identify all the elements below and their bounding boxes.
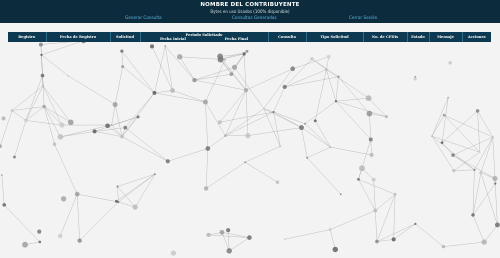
column-header-solicitud[interactable]: Solicitud (110, 32, 141, 42)
top-header: NOMBRE DEL CONTRIBUYENTE Bytes en uso Us… (0, 0, 500, 23)
column-header-tipo-solicitud[interactable]: Tipo Solicitud (306, 32, 364, 42)
nav-cerrar-sesion-link[interactable]: Cerrar Sesión (349, 15, 377, 20)
page-title: NOMBRE DEL CONTRIBUYENTE (200, 2, 300, 8)
nav-consultas-generadas-link[interactable]: Consultas Generadas (232, 15, 277, 20)
column-header-estado[interactable]: Estado (407, 32, 430, 42)
fecha-final-label: Fecha Final (224, 37, 249, 41)
column-header-fecha-registro[interactable]: Fecha de Registro (46, 32, 111, 42)
column-header-consulta[interactable]: Consulta (268, 32, 307, 42)
column-header-registro[interactable]: Registro (8, 32, 47, 42)
column-header-cfdis[interactable]: No. de CFDIs (363, 32, 408, 42)
column-header-acciones[interactable]: Acciones (462, 32, 491, 42)
nav-generar-consulta-link[interactable]: Generar Consulta (125, 15, 162, 20)
fecha-inicial-label: Fecha Inicial (159, 37, 186, 41)
column-header-mensaje[interactable]: Mensaje (429, 32, 463, 42)
column-header-periodo[interactable]: Periodo Solicitado Fecha Inicial Fecha F… (140, 32, 269, 42)
storage-usage-text: Bytes en uso Usados (100% disponible) (210, 9, 290, 14)
consultas-table-header: Registro Fecha de Registro Solicitud Per… (8, 32, 491, 42)
consultas-table: Registro Fecha de Registro Solicitud Per… (8, 32, 491, 42)
